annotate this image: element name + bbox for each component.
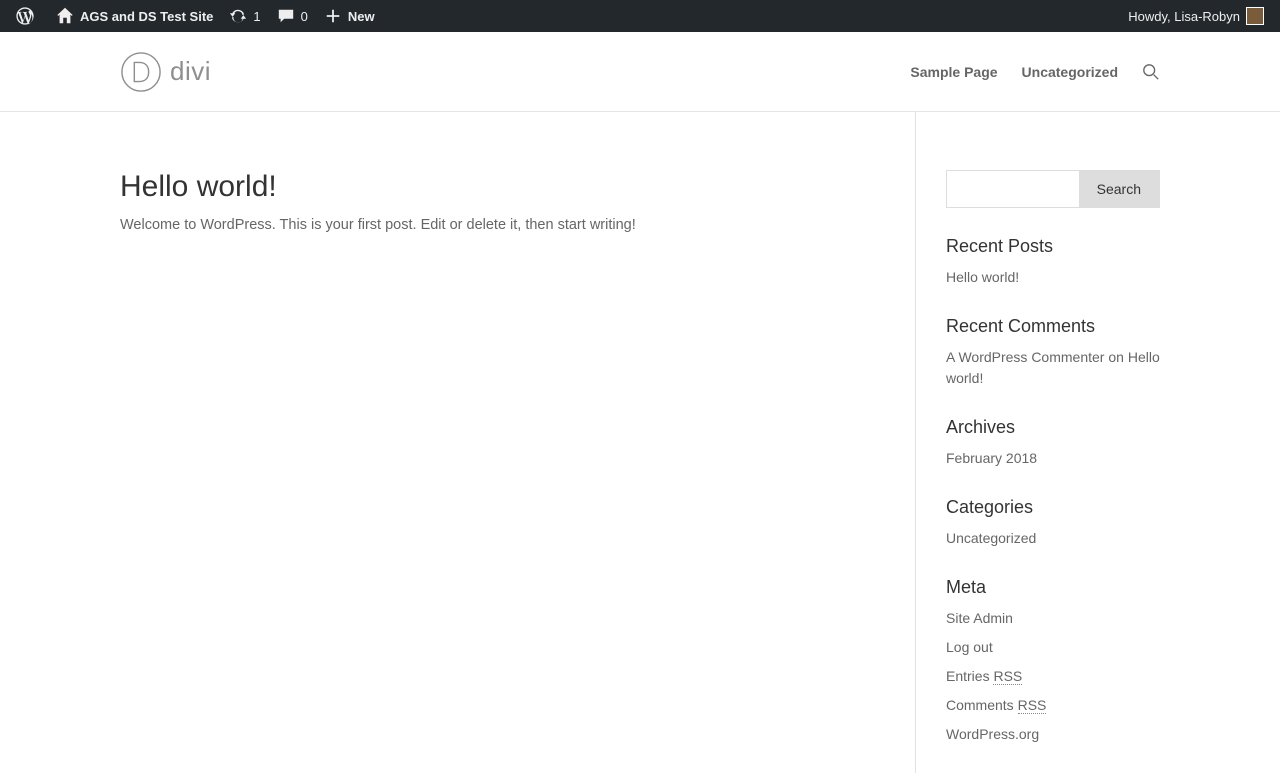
update-icon (229, 7, 247, 25)
list-item: Comments RSS (946, 695, 1160, 716)
wp-admin-bar: AGS and DS Test Site 1 0 New Howdy, Lisa… (0, 0, 1280, 32)
site-logo[interactable]: divi (120, 51, 211, 93)
plus-icon (324, 7, 342, 25)
wporg-link[interactable]: WordPress.org (946, 726, 1039, 742)
comment-icon (277, 7, 295, 25)
site-admin-link[interactable]: Site Admin (946, 610, 1013, 626)
list-item: Log out (946, 637, 1160, 658)
search-widget: Search (946, 170, 1160, 208)
rss-abbr: RSS (993, 668, 1022, 685)
sidebar: Search Recent Posts Hello world! Recent … (915, 112, 1160, 773)
meta-heading: Meta (946, 577, 1160, 598)
nav-uncategorized[interactable]: Uncategorized (1022, 64, 1118, 80)
commenter-link[interactable]: A WordPress Commenter (946, 349, 1104, 365)
admin-bar-left: AGS and DS Test Site 1 0 New (8, 0, 383, 32)
list-item: Uncategorized (946, 528, 1160, 549)
admin-bar-right: Howdy, Lisa-Robyn (1120, 0, 1272, 32)
list-item: Hello world! (946, 267, 1160, 288)
recent-comments-heading: Recent Comments (946, 316, 1160, 337)
list-item: Entries RSS (946, 666, 1160, 687)
post-title: Hello world! (120, 170, 855, 204)
post-title-link[interactable]: Hello world! (120, 170, 277, 203)
greeting-text: Howdy, Lisa-Robyn (1128, 9, 1240, 24)
recent-posts-heading: Recent Posts (946, 236, 1160, 257)
new-content-menu[interactable]: New (316, 0, 383, 32)
home-icon (56, 7, 74, 25)
recent-comments-widget: Recent Comments A WordPress Commenter on… (946, 316, 1160, 389)
meta-widget: Meta Site Admin Log out Entries RSS Comm… (946, 577, 1160, 745)
site-name-text: AGS and DS Test Site (80, 9, 213, 24)
category-link[interactable]: Uncategorized (946, 530, 1036, 546)
comment-count: 0 (301, 9, 308, 24)
header-inner: divi Sample Page Uncategorized (100, 32, 1180, 111)
logout-link[interactable]: Log out (946, 639, 993, 655)
search-button[interactable]: Search (1079, 171, 1159, 207)
recent-post-link[interactable]: Hello world! (946, 269, 1019, 285)
on-text: on (1104, 349, 1127, 365)
list-item: A WordPress Commenter on Hello world! (946, 347, 1160, 389)
nav-sample-page[interactable]: Sample Page (910, 64, 997, 80)
comments-rss-link[interactable]: Comments RSS (946, 697, 1046, 714)
update-count: 1 (253, 9, 260, 24)
wordpress-icon (16, 7, 34, 25)
list-item: Site Admin (946, 608, 1160, 629)
my-account-menu[interactable]: Howdy, Lisa-Robyn (1120, 0, 1272, 32)
divi-logo-icon (120, 51, 162, 93)
list-item: WordPress.org (946, 724, 1160, 745)
rss-abbr: RSS (1018, 697, 1047, 714)
archive-link[interactable]: February 2018 (946, 450, 1037, 466)
primary-nav: Sample Page Uncategorized (910, 63, 1160, 81)
logo-text: divi (170, 56, 211, 87)
updates-menu[interactable]: 1 (221, 0, 268, 32)
post: Hello world! Welcome to WordPress. This … (120, 170, 855, 237)
main-content: Hello world! Welcome to WordPress. This … (120, 112, 915, 773)
site-name-menu[interactable]: AGS and DS Test Site (48, 0, 221, 32)
site-header: divi Sample Page Uncategorized (0, 32, 1280, 112)
list-item: February 2018 (946, 448, 1160, 469)
main-container: Hello world! Welcome to WordPress. This … (100, 112, 1180, 773)
new-label: New (348, 9, 375, 24)
search-input[interactable] (947, 171, 1079, 207)
search-icon[interactable] (1142, 63, 1160, 81)
archives-widget: Archives February 2018 (946, 417, 1160, 469)
archives-heading: Archives (946, 417, 1160, 438)
avatar (1246, 7, 1264, 25)
categories-widget: Categories Uncategorized (946, 497, 1160, 549)
wp-logo-menu[interactable] (8, 0, 48, 32)
recent-posts-widget: Recent Posts Hello world! (946, 236, 1160, 288)
categories-heading: Categories (946, 497, 1160, 518)
entries-rss-link[interactable]: Entries RSS (946, 668, 1022, 685)
post-excerpt: Welcome to WordPress. This is your first… (120, 214, 855, 237)
comments-menu[interactable]: 0 (269, 0, 316, 32)
